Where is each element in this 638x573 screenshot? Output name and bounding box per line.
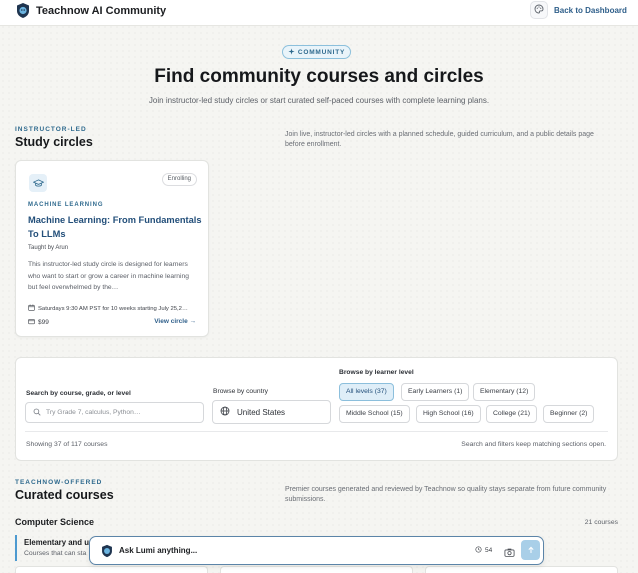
- search-label: Search by course, grade, or level: [26, 390, 131, 397]
- card-price: $99: [28, 318, 49, 327]
- course-card-peek: [220, 566, 413, 573]
- search-icon: [33, 408, 41, 418]
- lumi-logo-icon: [100, 544, 114, 558]
- subject-count: 21 courses: [584, 519, 618, 526]
- level-label: Browse by learner level: [339, 369, 414, 376]
- study-circles-eyebrow: INSTRUCTOR-LED: [15, 126, 87, 133]
- credits-count: 54: [485, 547, 493, 554]
- community-pill-label: COMMUNITY: [297, 48, 346, 56]
- back-to-dashboard-link[interactable]: Back to Dashboard: [554, 6, 627, 15]
- ask-input[interactable]: Ask Lumi anything...: [119, 546, 197, 555]
- ask-lumi-bar[interactable]: Ask Lumi anything... 54: [89, 536, 544, 565]
- study-circles-description: Join live, instructor-led circles with a…: [285, 131, 594, 148]
- card-category: MACHINE LEARNING: [28, 202, 104, 208]
- study-circles-title: Study circles: [15, 135, 93, 149]
- country-select[interactable]: United States: [212, 400, 331, 424]
- search-placeholder: Try Grade 7, calculus, Python…: [46, 409, 141, 416]
- filter-note: Search and filters keep matching section…: [461, 441, 606, 448]
- card-description: This instructor-led study circle is desi…: [28, 261, 189, 292]
- camera-icon[interactable]: [504, 545, 515, 557]
- country-value: United States: [237, 407, 286, 417]
- card-price-text: $99: [38, 319, 49, 326]
- community-pill: COMMUNITY: [282, 45, 351, 59]
- globe-icon: [220, 406, 230, 418]
- palette-icon: [534, 1, 544, 19]
- send-button[interactable]: [521, 540, 540, 560]
- course-card-peek: [15, 566, 208, 573]
- search-input[interactable]: Try Grade 7, calculus, Python…: [25, 402, 204, 423]
- subject-title: Computer Science: [15, 517, 95, 527]
- theme-palette-button[interactable]: [530, 1, 548, 19]
- course-count: Showing 37 of 117 courses: [26, 441, 108, 448]
- filter-panel: Search by course, grade, or level Try Gr…: [15, 357, 618, 461]
- filter-divider: [25, 431, 608, 432]
- level-chip-early-learners[interactable]: Early Learners (1): [401, 383, 470, 401]
- curated-eyebrow: TEACHNOW-OFFERED: [15, 479, 103, 486]
- calendar-icon: [28, 304, 35, 313]
- country-label: Browse by country: [213, 388, 269, 395]
- page-subtitle: Join instructor-led study circles or sta…: [148, 96, 490, 105]
- wallet-icon: [28, 318, 35, 327]
- view-circle-link[interactable]: View circle →: [154, 318, 196, 325]
- study-circle-card[interactable]: Enrolling MACHINE LEARNING Machine Learn…: [15, 160, 209, 337]
- level-chip-high-school[interactable]: High School (16): [416, 405, 481, 423]
- curated-title: Curated courses: [15, 488, 114, 502]
- card-schedule: Saturdays 9:30 AM PST for 10 weeks start…: [28, 304, 203, 313]
- card-teacher: Taught by Arun: [28, 245, 69, 251]
- card-schedule-text: Saturdays 9:30 AM PST for 10 weeks start…: [38, 305, 188, 312]
- history-icon: [475, 546, 482, 555]
- course-card-peek: [425, 566, 618, 573]
- level-chip-middle-school[interactable]: Middle School (15): [339, 405, 410, 423]
- level-chip-college[interactable]: College (21): [486, 405, 538, 423]
- sparkle-icon: [288, 47, 295, 57]
- app-title: Teachnow AI Community: [36, 5, 167, 17]
- level-chip-beginner[interactable]: Beginner (2): [543, 405, 595, 423]
- curated-description: Premier courses generated and reviewed b…: [285, 486, 607, 503]
- graduation-cap-icon: [29, 174, 47, 192]
- level-chip-all[interactable]: All levels (37): [339, 383, 394, 401]
- level-chip-elementary[interactable]: Elementary (12): [473, 383, 536, 401]
- top-bar: Teachnow AI Community Back to Dashboard: [0, 0, 638, 26]
- page-title: Find community courses and circles: [154, 66, 484, 87]
- credits-indicator: 54: [475, 546, 492, 555]
- arrow-up-icon: [527, 541, 535, 559]
- shield-logo-icon: [15, 2, 31, 19]
- status-badge: Enrolling: [161, 173, 197, 186]
- card-title[interactable]: Machine Learning: From Fundamentals To L…: [28, 214, 203, 241]
